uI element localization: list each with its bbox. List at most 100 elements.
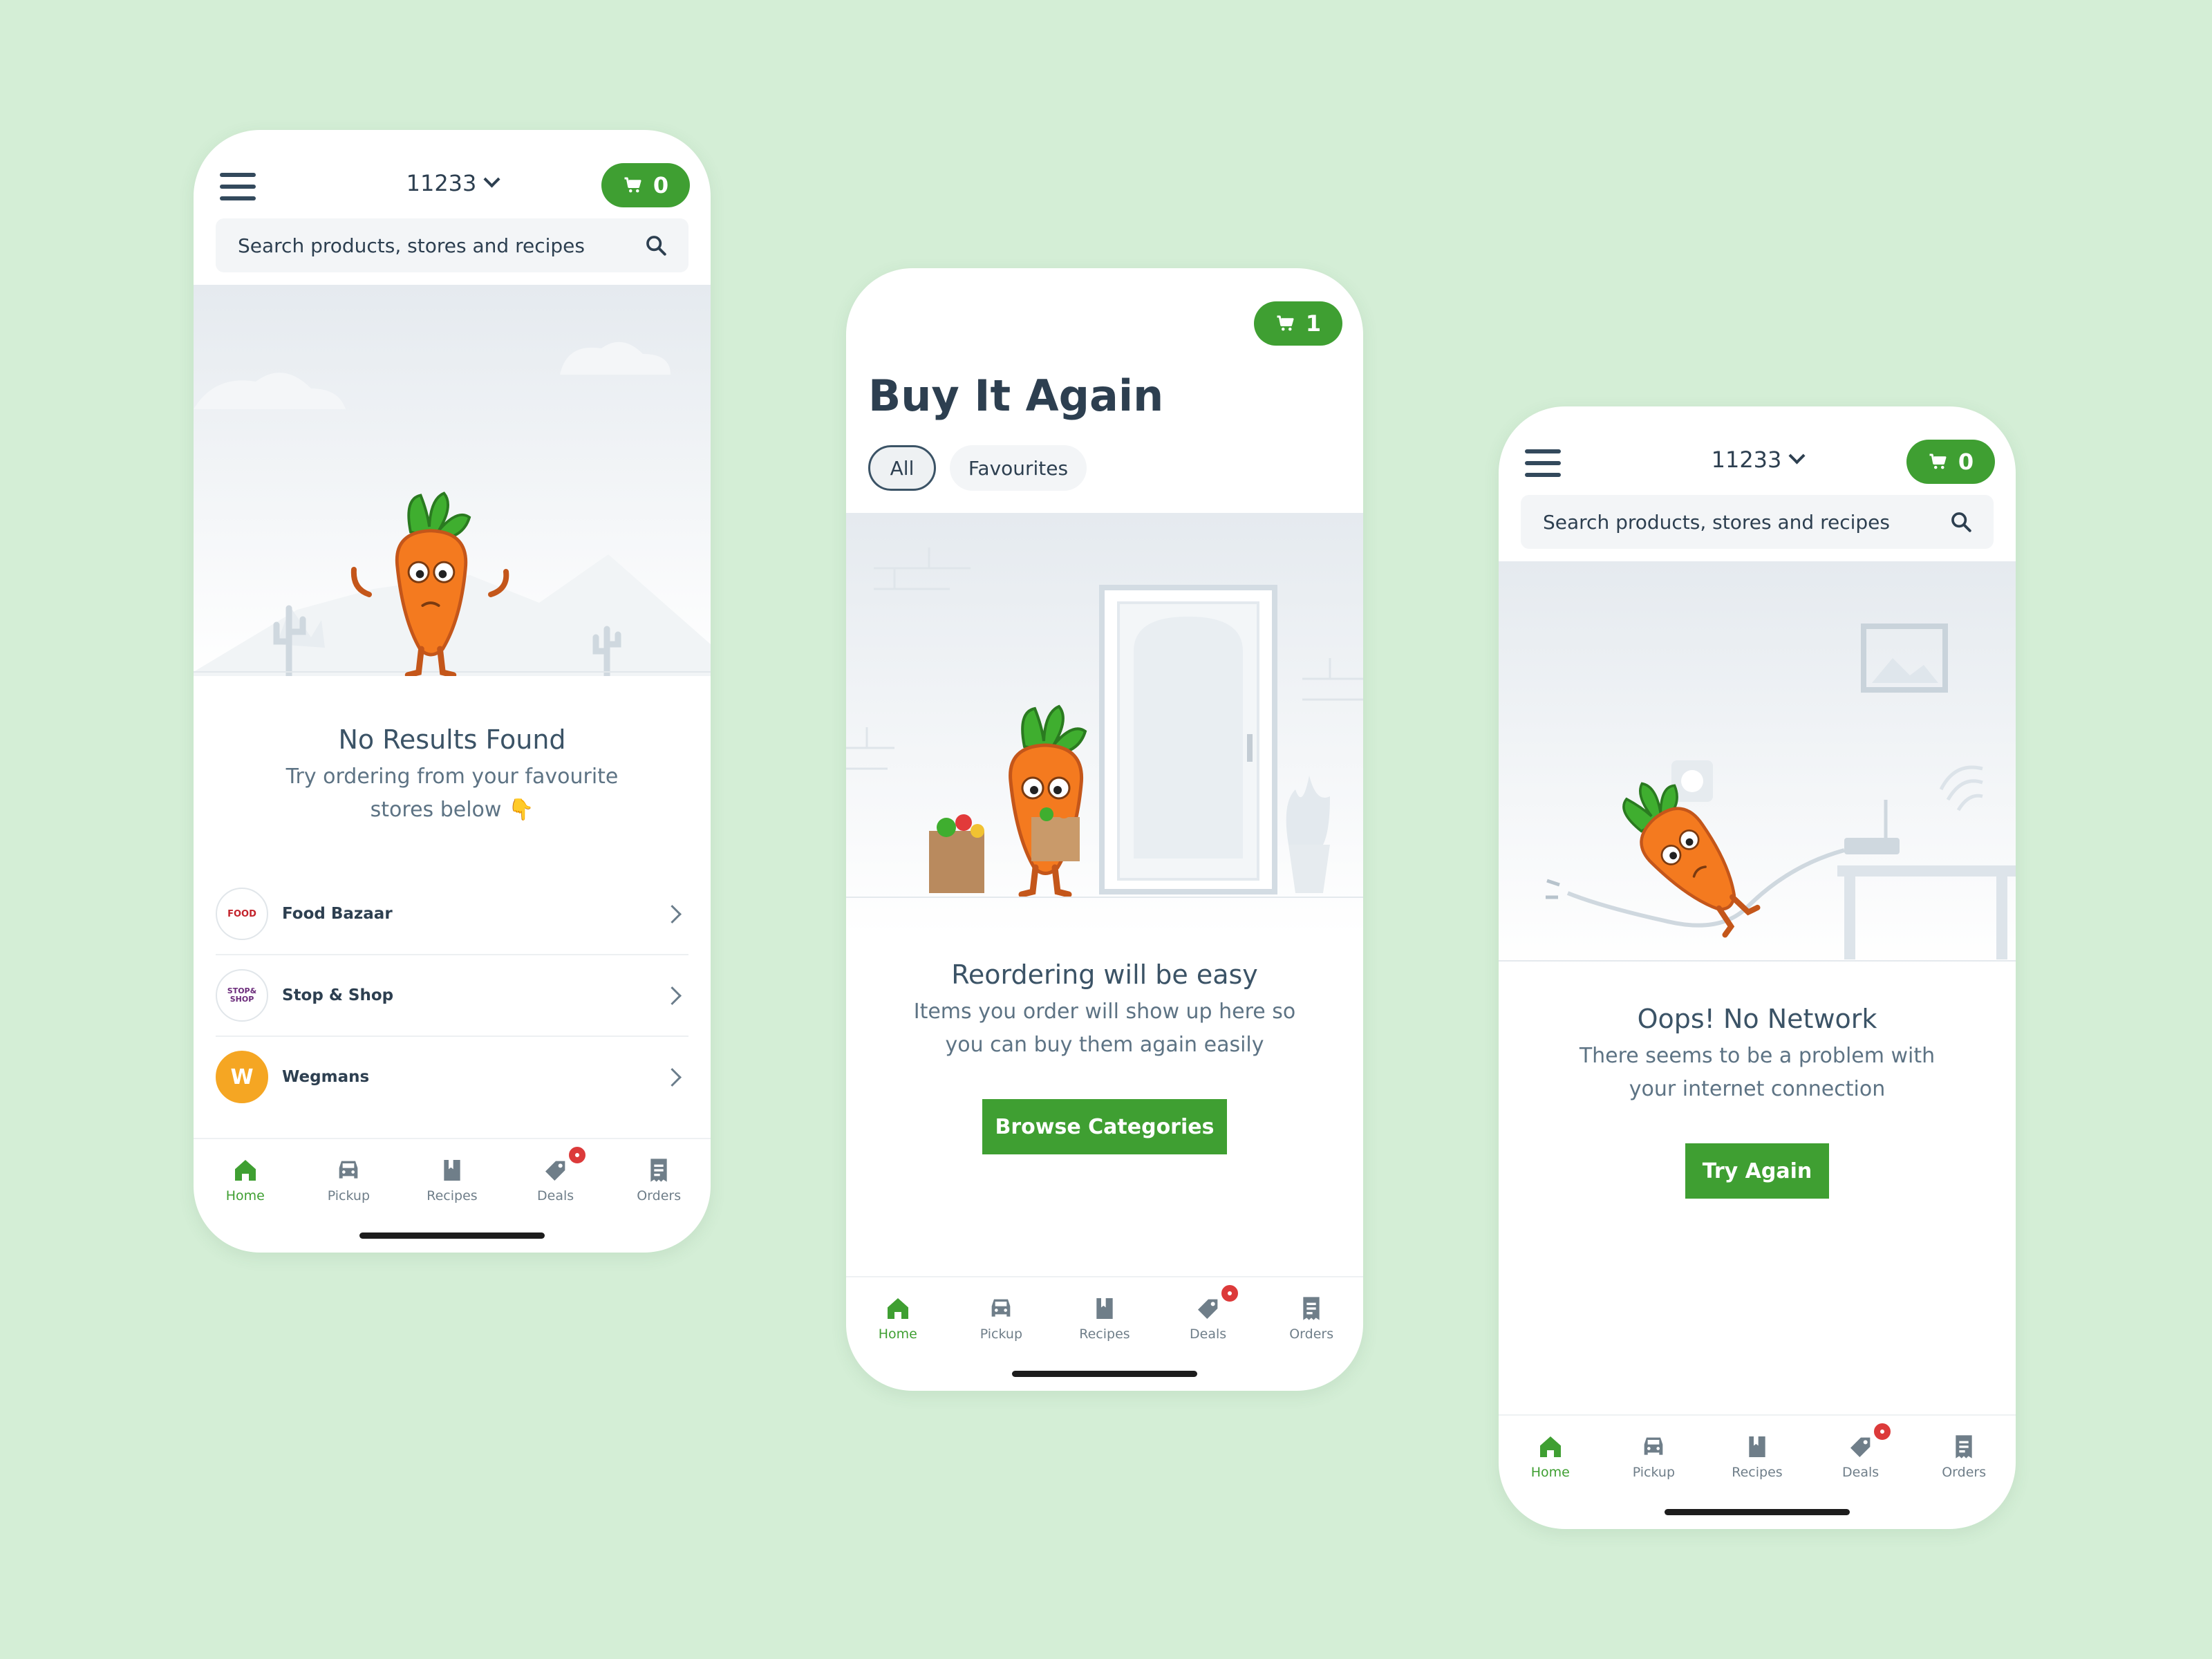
recipes-icon xyxy=(438,1156,466,1184)
bottom-tab-bar: Home Pickup Recipes Deals Orders xyxy=(1499,1414,2016,1497)
tab-label: Home xyxy=(878,1327,917,1342)
page-title: Buy It Again xyxy=(868,371,1164,421)
tab-label: Orders xyxy=(1942,1465,1987,1480)
search-bar[interactable] xyxy=(1521,495,1994,549)
message-subtitle: There seems to be a problem with your in… xyxy=(1579,1044,1936,1101)
home-indicator xyxy=(1665,1509,1850,1515)
home-indicator xyxy=(359,1232,545,1239)
tab-label: Deals xyxy=(1842,1465,1880,1480)
home-icon xyxy=(232,1156,259,1184)
zip-code: 11233 xyxy=(406,170,477,196)
tab-label: Pickup xyxy=(327,1188,371,1203)
screen-buy-it-again: 1 Buy It Again All Favourites Reordering… xyxy=(846,268,1363,1391)
cart-icon xyxy=(1275,313,1296,334)
store-name: Stop & Shop xyxy=(282,986,394,1004)
notification-badge xyxy=(566,1145,588,1165)
tab-pickup[interactable]: Pickup xyxy=(950,1277,1053,1359)
store-row-wegmans[interactable]: W Wegmans xyxy=(216,1037,688,1117)
doorstep-illustration xyxy=(846,513,1363,935)
no-network-illustration xyxy=(1499,561,2016,969)
tab-recipes[interactable]: Recipes xyxy=(400,1139,504,1221)
screen-no-results: 11233 0 No Results Found Try ordering fr… xyxy=(194,130,711,1253)
message-title: Reordering will be easy xyxy=(951,959,1258,990)
message-subtitle: Items you order will show up here so you… xyxy=(913,1000,1296,1057)
home-icon xyxy=(884,1295,912,1322)
tab-orders[interactable]: Orders xyxy=(1912,1416,2016,1497)
search-bar[interactable] xyxy=(216,218,688,272)
tab-home[interactable]: Home xyxy=(1499,1416,1602,1497)
tab-recipes[interactable]: Recipes xyxy=(1705,1416,1809,1497)
tab-label: Home xyxy=(1530,1465,1570,1480)
recipes-icon xyxy=(1743,1433,1771,1461)
tab-label: Orders xyxy=(1289,1327,1334,1342)
tab-home[interactable]: Home xyxy=(194,1139,297,1221)
food-bazaar-logo: FOOD xyxy=(216,888,268,940)
tab-deals[interactable]: Deals xyxy=(1809,1416,1913,1497)
try-again-button[interactable]: Try Again xyxy=(1685,1143,1829,1199)
store-row-food-bazaar[interactable]: FOOD Food Bazaar xyxy=(216,874,688,955)
tab-label: Pickup xyxy=(980,1327,1023,1342)
orders-icon xyxy=(1950,1433,1978,1461)
cart-icon xyxy=(623,175,644,196)
cart-count: 0 xyxy=(1958,449,1974,475)
store-name: Wegmans xyxy=(282,1068,370,1086)
chevron-right-icon xyxy=(663,986,682,1005)
tab-pickup[interactable]: Pickup xyxy=(297,1139,401,1221)
home-indicator xyxy=(1012,1371,1197,1377)
wegmans-logo: W xyxy=(216,1051,268,1103)
search-icon[interactable] xyxy=(1949,510,1973,534)
tab-label: Home xyxy=(225,1188,265,1203)
stop-and-shop-logo: STOP& SHOP xyxy=(216,969,268,1022)
home-icon xyxy=(1537,1433,1564,1461)
tab-label: Recipes xyxy=(427,1188,478,1203)
store-name: Food Bazaar xyxy=(282,905,393,923)
tab-deals[interactable]: Deals xyxy=(1156,1277,1260,1359)
bottom-tab-bar: Home Pickup Recipes Deals Orders xyxy=(846,1276,1363,1359)
tab-home[interactable]: Home xyxy=(846,1277,950,1359)
tab-label: Recipes xyxy=(1732,1465,1783,1480)
tab-label: Deals xyxy=(537,1188,574,1203)
tab-recipes[interactable]: Recipes xyxy=(1053,1277,1156,1359)
tab-orders[interactable]: Orders xyxy=(1259,1277,1363,1359)
bottom-tab-bar: Home Pickup Recipes Deals Orders xyxy=(194,1138,711,1221)
deals-icon xyxy=(542,1156,570,1184)
store-row-stop-and-shop[interactable]: STOP& SHOP Stop & Shop xyxy=(216,955,688,1037)
deals-icon xyxy=(1847,1433,1875,1461)
cart-icon xyxy=(1928,451,1949,472)
notification-badge xyxy=(1871,1421,1893,1442)
chevron-right-icon xyxy=(663,1067,682,1087)
pickup-icon xyxy=(1640,1433,1667,1461)
message-title: Oops! No Network xyxy=(1637,1004,1877,1034)
cart-count: 0 xyxy=(653,172,669,198)
chevron-right-icon xyxy=(663,904,682,924)
cart-button[interactable]: 1 xyxy=(1254,301,1342,346)
tab-label: Pickup xyxy=(1632,1465,1676,1480)
desert-illustration xyxy=(194,285,711,676)
search-input[interactable] xyxy=(1541,509,1949,534)
message-title: No Results Found xyxy=(338,724,566,755)
screen-no-network: 11233 0 Oops! No Network There seems to … xyxy=(1499,406,2016,1529)
search-icon[interactable] xyxy=(644,234,668,257)
store-list: FOOD Food Bazaar STOP& SHOP Stop & Shop … xyxy=(216,874,688,1117)
pickup-icon xyxy=(987,1295,1015,1322)
tab-orders[interactable]: Orders xyxy=(607,1139,711,1221)
cart-button[interactable]: 0 xyxy=(601,163,690,207)
search-input[interactable] xyxy=(236,233,644,258)
filter-chip-all[interactable]: All xyxy=(868,445,936,491)
chevron-down-icon xyxy=(483,171,500,188)
orders-icon xyxy=(1297,1295,1325,1322)
tab-pickup[interactable]: Pickup xyxy=(1602,1416,1706,1497)
cart-button[interactable]: 0 xyxy=(1906,440,1995,484)
tab-deals[interactable]: Deals xyxy=(504,1139,608,1221)
recipes-icon xyxy=(1091,1295,1118,1322)
browse-categories-button[interactable]: Browse Categories xyxy=(982,1099,1227,1154)
filter-chip-favourites[interactable]: Favourites xyxy=(950,445,1087,491)
notification-badge xyxy=(1219,1283,1240,1304)
cart-count: 1 xyxy=(1305,310,1322,337)
tab-label: Orders xyxy=(637,1188,682,1203)
tab-label: Recipes xyxy=(1079,1327,1130,1342)
tab-label: Deals xyxy=(1190,1327,1227,1342)
pickup-icon xyxy=(335,1156,362,1184)
zip-code: 11233 xyxy=(1711,447,1782,473)
orders-icon xyxy=(645,1156,673,1184)
